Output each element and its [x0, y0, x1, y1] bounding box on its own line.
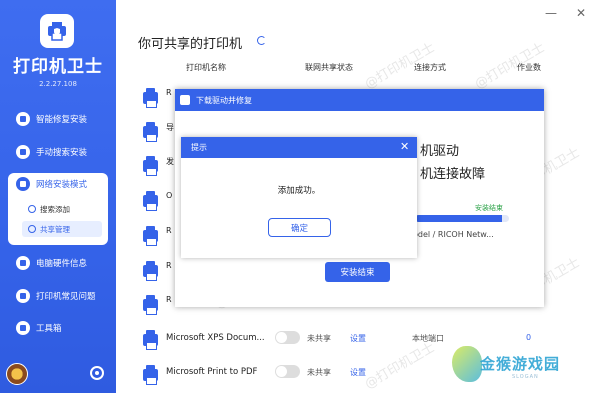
- question-icon: [16, 289, 30, 303]
- settings-link[interactable]: 设置: [350, 333, 366, 344]
- nav-label: 打印机常见问题: [36, 292, 96, 302]
- minimize-button[interactable]: —: [545, 6, 557, 20]
- table-row-name: R: [166, 295, 172, 304]
- printer-icon: [143, 295, 158, 315]
- printer-icon: [143, 330, 158, 350]
- install-done-button[interactable]: 安装结束: [325, 262, 390, 282]
- column-header-jobs: 作业数: [517, 63, 541, 72]
- sub-nav-label: 共享管理: [40, 224, 70, 234]
- prompt-header: 提示: [181, 137, 417, 158]
- printer-shield-icon: [48, 22, 66, 41]
- share-status: 未共享: [307, 368, 331, 377]
- brand-watermark: 金猴游戏园 SLOGAN: [452, 346, 564, 386]
- share-toggle[interactable]: [275, 331, 300, 344]
- printer-icon: [143, 122, 158, 142]
- toolbox-icon: [16, 321, 30, 335]
- sidebar: 打印机卫士 2.2.27.108 智能修复安装 手动搜索安装 网络安装模式 搜索…: [0, 0, 116, 393]
- column-header-connection: 连接方式: [414, 63, 446, 72]
- table-row-name: 导: [166, 123, 174, 132]
- job-count: 0: [526, 333, 532, 342]
- printer-icon: [143, 191, 158, 211]
- watermark: @打印机卫士: [362, 340, 438, 393]
- brand-name: 金猴游戏园: [480, 355, 561, 373]
- brand-slogan: SLOGAN: [512, 374, 539, 380]
- progress-label: 安装结束: [475, 204, 503, 212]
- printer-icon: [143, 88, 158, 108]
- smart-repair-icon: [16, 112, 30, 126]
- cloud-icon: [28, 225, 36, 233]
- share-status: 未共享: [307, 334, 331, 343]
- search-icon: [16, 145, 30, 159]
- status-line-1: 机驱动: [420, 144, 460, 159]
- gear-icon[interactable]: [90, 366, 104, 380]
- printer-icon: [143, 365, 158, 385]
- table-row-name: R: [166, 226, 172, 235]
- sub-nav-share-manage[interactable]: 共享管理: [22, 221, 102, 237]
- nav-smart-repair[interactable]: 智能修复安装: [8, 108, 108, 130]
- nav-label: 网络安装模式: [36, 180, 88, 190]
- printer-model: odel / RICOH Netw...: [413, 230, 494, 239]
- monitor-icon: [16, 256, 30, 270]
- prompt-title: 提示: [191, 143, 207, 152]
- avatar[interactable]: [6, 363, 28, 385]
- table-row-name: O: [166, 191, 173, 200]
- close-icon[interactable]: ✕: [400, 140, 409, 153]
- ok-button[interactable]: 确定: [268, 218, 331, 237]
- table-row-name: 发: [166, 157, 174, 166]
- dialog-title: 下载驱动并修复: [196, 95, 252, 105]
- monkey-logo-icon: [452, 346, 482, 382]
- app-version: 2.2.27.108: [39, 80, 77, 88]
- nav-manual-search[interactable]: 手动搜索安装: [8, 141, 108, 163]
- app-title: 打印机卫士: [13, 57, 103, 77]
- printer-icon: [143, 226, 158, 246]
- nav-hardware-info[interactable]: 电脑硬件信息: [8, 252, 108, 274]
- column-header-name: 打印机名称: [186, 63, 226, 72]
- printer-icon: [143, 261, 158, 281]
- nav-toolbox[interactable]: 工具箱: [8, 317, 108, 339]
- printer-icon: [143, 156, 158, 176]
- settings-link[interactable]: 设置: [350, 367, 366, 378]
- table-row-name: Microsoft XPS Docum...: [166, 333, 265, 343]
- nav-faq[interactable]: 打印机常见问题: [8, 285, 108, 307]
- table-row-name: R: [166, 261, 172, 270]
- app-small-icon: [180, 95, 190, 105]
- nav-network-install[interactable]: 网络安装模式 搜索添加 共享管理: [8, 173, 108, 245]
- app-logo: [40, 14, 74, 48]
- nav-label: 手动搜索安装: [36, 148, 88, 158]
- nav-label: 电脑硬件信息: [36, 259, 88, 269]
- share-toggle[interactable]: [275, 365, 300, 378]
- search-icon: [28, 205, 36, 213]
- prompt-dialog: 提示 ✕ 添加成功。 确定: [181, 137, 417, 258]
- connection-type: 本地端口: [412, 334, 444, 343]
- nav-label: 智能修复安装: [36, 115, 88, 125]
- sub-nav-label: 搜索添加: [40, 204, 70, 214]
- table-row-name: R: [166, 88, 172, 97]
- nav-network-install-head[interactable]: 网络安装模式: [8, 177, 87, 191]
- prompt-message: 添加成功。: [277, 186, 321, 196]
- dialog-header: 下载驱动并修复: [175, 89, 544, 111]
- page-title: 你可共享的打印机: [138, 37, 243, 52]
- table-row-name: Microsoft Print to PDF: [166, 367, 258, 377]
- refresh-icon[interactable]: [257, 36, 266, 45]
- close-button[interactable]: ✕: [576, 6, 586, 20]
- progress-bar: [415, 215, 509, 222]
- sub-nav-search-add[interactable]: 搜索添加: [22, 201, 102, 217]
- network-icon: [16, 177, 30, 191]
- status-line-2: 机连接故障: [420, 167, 486, 182]
- nav-label: 工具箱: [36, 324, 62, 334]
- progress-fill: [415, 215, 503, 222]
- column-header-share-status: 联网共享状态: [305, 63, 353, 72]
